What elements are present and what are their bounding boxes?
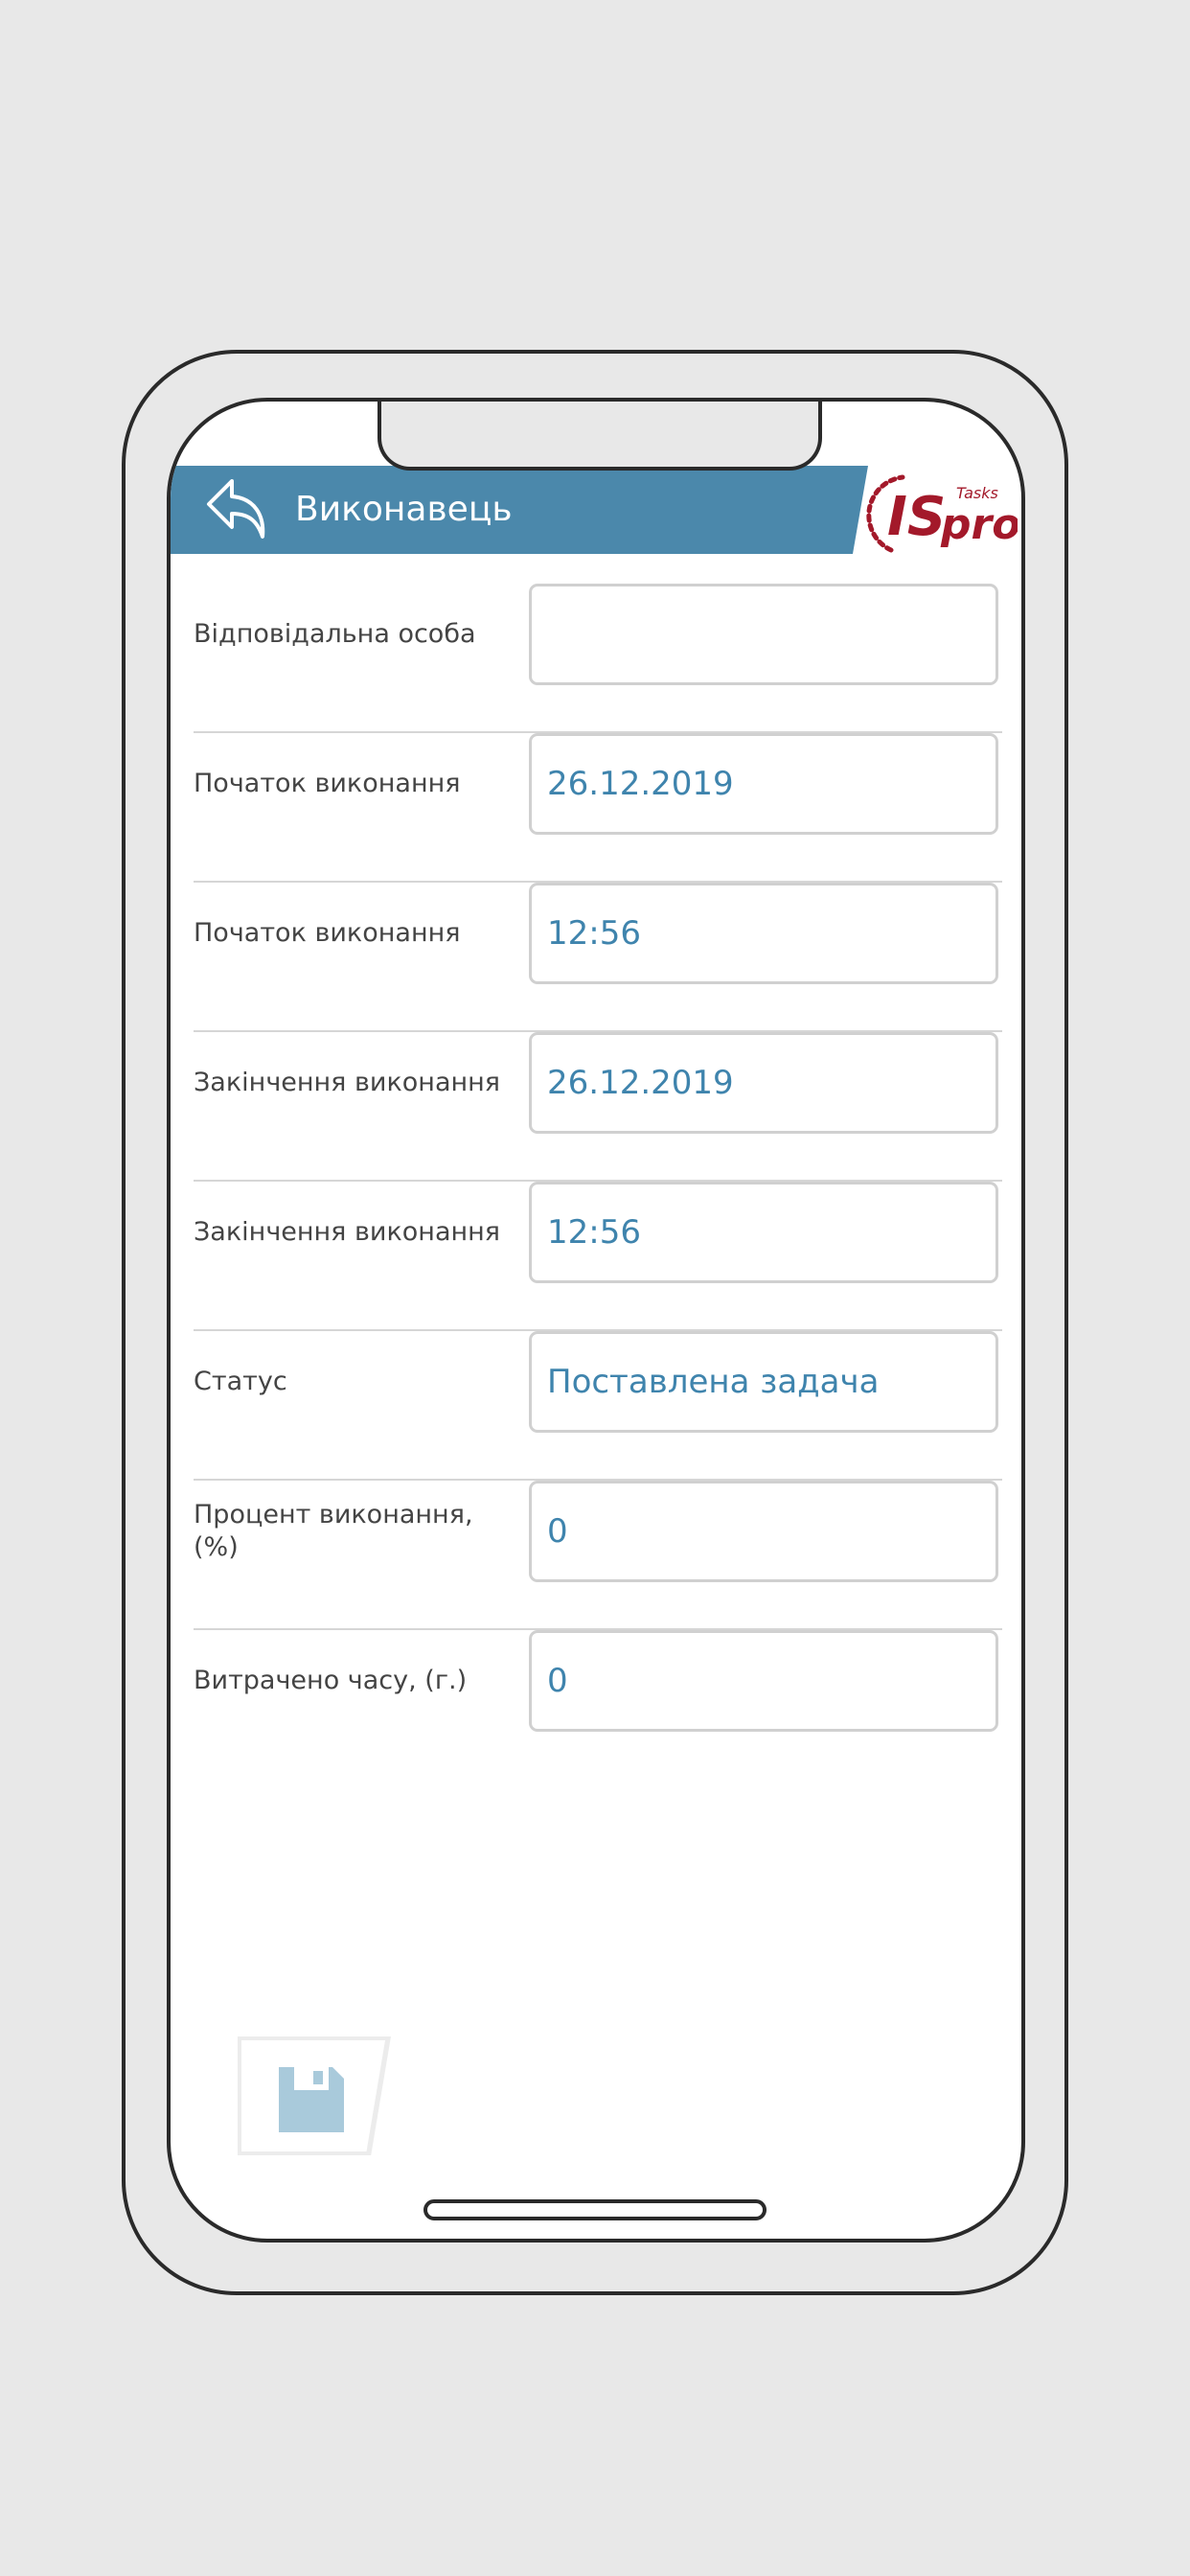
status-field[interactable]: Поставлена задача <box>529 1331 998 1433</box>
svg-text:Tasks: Tasks <box>956 484 998 502</box>
responsible-person-field[interactable] <box>529 584 998 685</box>
end-date-field[interactable]: 26.12.2019 <box>529 1032 998 1134</box>
save-icon[interactable] <box>277 2065 346 2134</box>
svg-text:pro: pro <box>940 500 1018 549</box>
row-label: Закінчення виконання <box>194 1217 501 1247</box>
completion-percent-field[interactable]: 0 <box>529 1481 998 1582</box>
row-label: Статус <box>194 1367 287 1396</box>
end-time-field[interactable]: 12:56 <box>529 1182 998 1283</box>
phone-screen: Виконавець IS pro Tasks Відповідальна ос… <box>167 398 1025 2242</box>
start-date-field[interactable]: 26.12.2019 <box>529 733 998 835</box>
time-spent-field[interactable]: 0 <box>529 1630 998 1732</box>
form-row: Початок виконання 26.12.2019 <box>194 733 1002 883</box>
row-label: Процент виконання, (%) <box>194 1500 473 1562</box>
form-row: Початок виконання 12:56 <box>194 883 1002 1032</box>
form-row: Закінчення виконання 26.12.2019 <box>194 1032 1002 1182</box>
row-label: Початок виконання <box>194 918 461 948</box>
row-label: Відповідальна особа <box>194 619 476 649</box>
svg-text:IS: IS <box>887 486 946 548</box>
home-indicator <box>423 2199 767 2220</box>
row-label: Закінчення виконання <box>194 1068 501 1097</box>
row-label: Витрачено часу, (г.) <box>194 1666 468 1695</box>
page-title: Виконавець <box>295 490 513 529</box>
form-row: Процент виконання, (%) 0 <box>194 1481 1002 1630</box>
app-header: Виконавець IS pro Tasks <box>171 466 1021 554</box>
back-arrow-icon[interactable] <box>205 475 272 544</box>
phone-notch <box>378 402 822 471</box>
form-row: Відповідальна особа <box>194 584 1002 733</box>
header-bar <box>171 466 868 554</box>
ispro-logo: IS pro Tasks <box>866 474 1018 553</box>
row-label: Початок виконання <box>194 769 461 798</box>
form-row: Витрачено часу, (г.) 0 <box>194 1630 1002 1780</box>
form-row: Закінчення виконання 12:56 <box>194 1182 1002 1331</box>
form-row: Статус Поставлена задача <box>194 1331 1002 1481</box>
start-time-field[interactable]: 12:56 <box>529 883 998 984</box>
executor-form: Відповідальна особа Початок виконання 26… <box>194 584 1002 1780</box>
